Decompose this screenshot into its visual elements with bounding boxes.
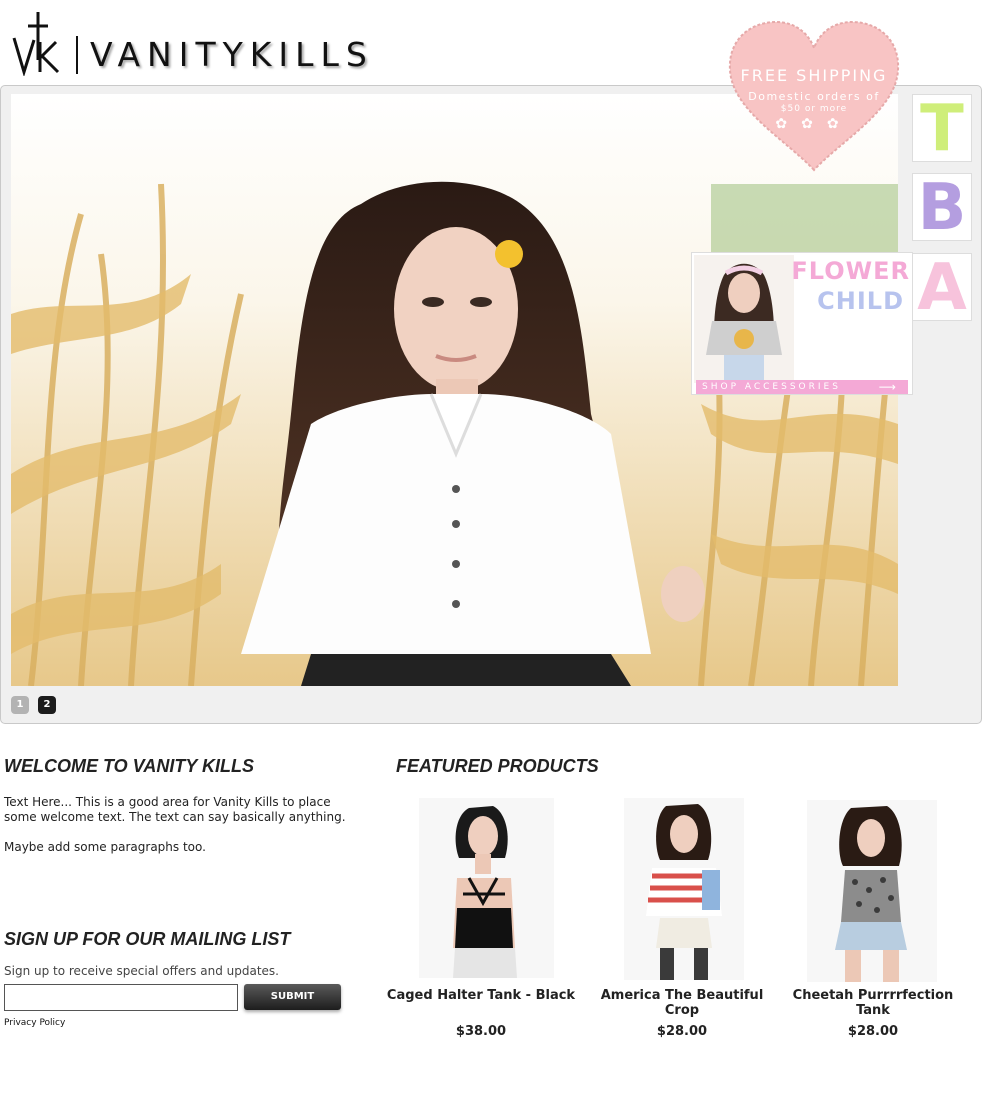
- tba-tile-t[interactable]: T: [912, 94, 972, 162]
- arrow-right-icon: ⟶: [878, 380, 896, 394]
- tba-tile-b[interactable]: B: [912, 173, 972, 241]
- ad-title-flower: FLOWER: [791, 257, 910, 285]
- shop-accessories-label: SHOP ACCESSORIES: [702, 382, 841, 392]
- shop-accessories-link[interactable]: SHOP ACCESSORIES ⟶: [696, 380, 908, 394]
- ad-title-child: CHILD: [817, 287, 904, 315]
- product-price: $28.00: [847, 1024, 899, 1039]
- product-price: $38.00: [455, 1024, 507, 1039]
- featured-products-heading: FEATURED PRODUCTS: [396, 756, 599, 776]
- free-shipping-title: FREE SHIPPING: [740, 66, 888, 85]
- hero-slider: 1 2: [0, 85, 982, 724]
- welcome-paragraph-2: Maybe add some paragraphs too.: [4, 840, 206, 854]
- product-name[interactable]: Caged Halter Tank - Black: [386, 988, 576, 1003]
- free-shipping-badge[interactable]: FREE SHIPPING Domestic orders of $50 or …: [726, 20, 902, 172]
- logo-divider: [76, 36, 78, 74]
- product-image[interactable]: [624, 798, 744, 980]
- mailing-list-heading: SIGN UP FOR OUR MAILING LIST: [4, 929, 291, 949]
- product-name[interactable]: America The Beautiful Crop: [587, 988, 777, 1018]
- page: VANITYKILLS 1 2 FREE SHIPPING Domestic o…: [0, 0, 982, 1100]
- product-price: $28.00: [656, 1024, 708, 1039]
- mailing-list-description: Sign up to receive special offers and up…: [4, 964, 279, 978]
- product-image[interactable]: [419, 798, 554, 978]
- flower-child-ad[interactable]: FLOWER CHILD SHOP ACCESSORIES ⟶: [691, 252, 913, 395]
- free-shipping-subtitle: Domestic orders of: [748, 90, 880, 103]
- welcome-text: Text Here... This is a good area for Van…: [4, 795, 364, 870]
- welcome-paragraph-1: Text Here... This is a good area for Van…: [4, 795, 346, 824]
- tba-tile-a[interactable]: A: [912, 253, 972, 321]
- submit-button[interactable]: SUBMIT: [244, 984, 341, 1010]
- email-field[interactable]: [4, 984, 238, 1011]
- ad-model-photo: [694, 255, 794, 383]
- welcome-heading: WELCOME TO VANITY KILLS: [4, 756, 255, 776]
- free-shipping-threshold: $50 or more: [780, 104, 848, 114]
- product-image[interactable]: [807, 800, 937, 982]
- brand-name: VANITYKILLS: [90, 35, 374, 74]
- brand-logo[interactable]: VANITYKILLS: [12, 10, 392, 76]
- flower-icons: ✿✿✿: [775, 116, 853, 132]
- privacy-policy-link[interactable]: Privacy Policy: [4, 1018, 65, 1028]
- product-name[interactable]: Cheetah Purrrrfection Tank: [778, 988, 968, 1018]
- slider-page-1-button[interactable]: 1: [11, 696, 29, 714]
- vk-logo-icon: [12, 12, 60, 76]
- slider-page-2-button[interactable]: 2: [38, 696, 56, 714]
